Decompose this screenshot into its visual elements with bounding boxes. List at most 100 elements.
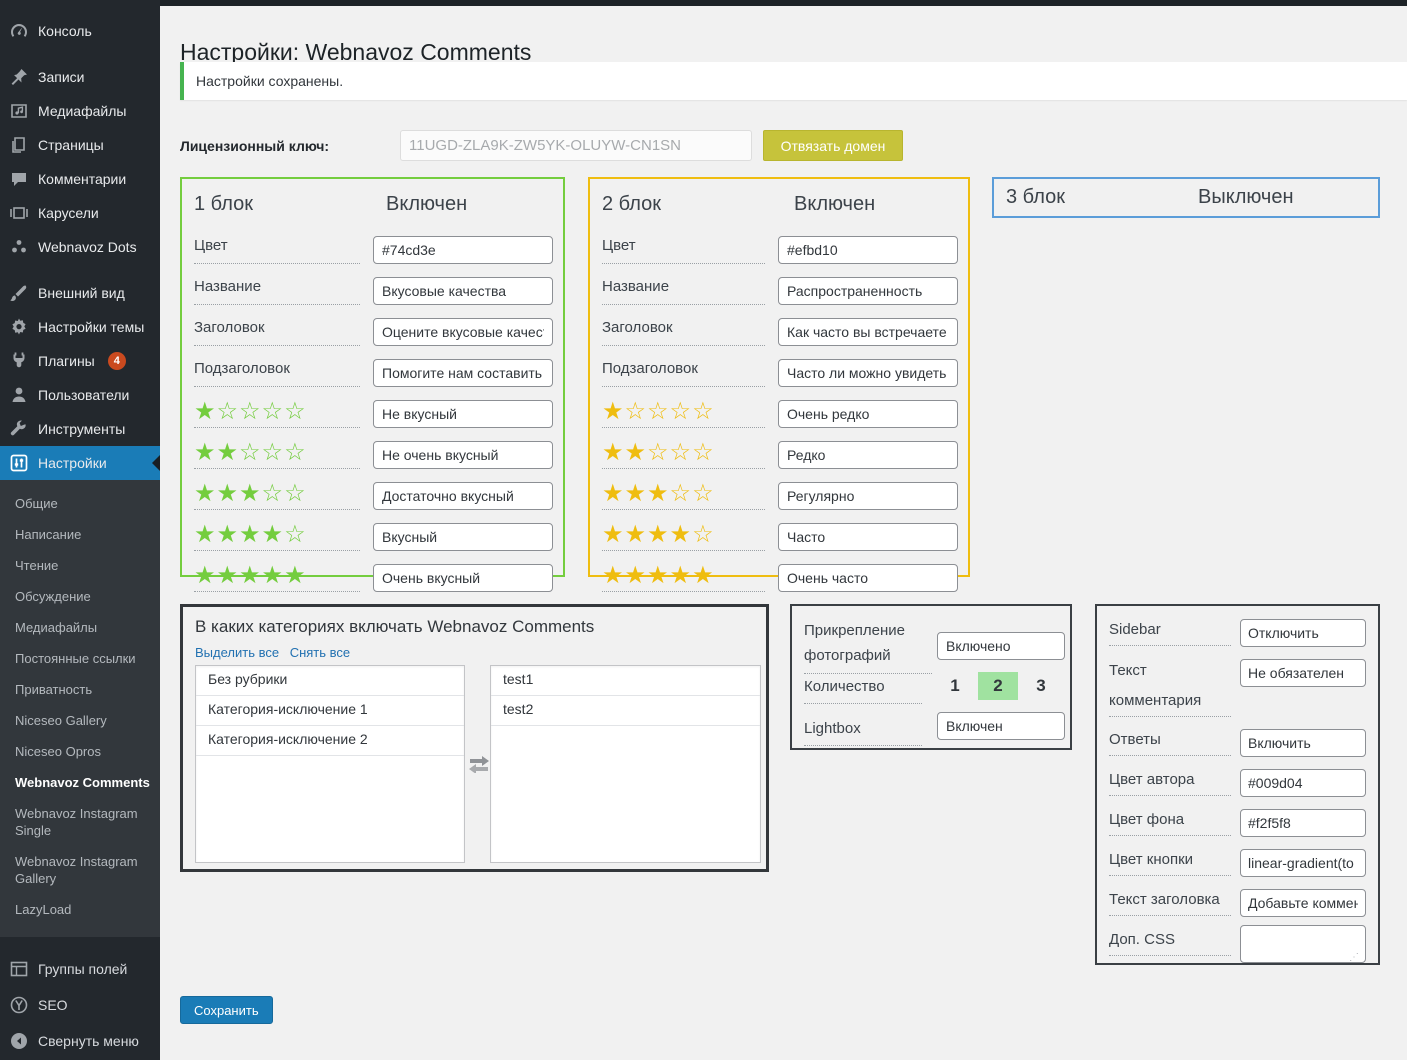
sidebar-item-label: Настройки: [38, 453, 107, 473]
category-item[interactable]: Категория-исключение 1: [196, 696, 464, 726]
lightbox-select[interactable]: Включен: [937, 712, 1065, 740]
subtitle-input[interactable]: [373, 359, 553, 387]
rating-block-2: 2 блок Включен Цвет Название Заголовок П…: [588, 177, 970, 577]
sidebar-item-comments[interactable]: Комментарии: [0, 162, 160, 196]
select-all-link[interactable]: Выделить все: [195, 645, 279, 660]
header-text-input[interactable]: [1240, 889, 1366, 917]
sidebar-item-media[interactable]: Медиафайлы: [0, 94, 160, 128]
rating-label-input[interactable]: [778, 400, 958, 428]
photo-count-label: Количество: [804, 676, 922, 704]
category-item[interactable]: Без рубрики: [196, 666, 464, 696]
rating-label-input[interactable]: [778, 564, 958, 592]
title-input[interactable]: [373, 318, 553, 346]
author-color-input[interactable]: [1240, 769, 1366, 797]
block-status-toggle[interactable]: Включен: [794, 193, 875, 216]
unbind-domain-button[interactable]: Отвязать домен: [763, 130, 903, 161]
rating-label-input[interactable]: [373, 564, 553, 592]
background-color-label: Цвет фона: [1109, 805, 1231, 836]
submenu-item-discussion[interactable]: Обсуждение: [0, 581, 160, 612]
sidebar-item-field-groups[interactable]: Группы полей: [0, 951, 160, 987]
pages-icon: [9, 135, 29, 155]
custom-css-label: Доп. CSS: [1109, 925, 1231, 956]
sidebar-item-appearance[interactable]: Внешний вид: [0, 276, 160, 310]
submenu-item-niceseo-gallery[interactable]: Niceseo Gallery: [0, 705, 160, 736]
category-item[interactable]: Категория-исключение 2: [196, 726, 464, 756]
photo-attach-select[interactable]: Включено: [937, 632, 1065, 660]
sidebar-item-seo[interactable]: SEO: [0, 987, 160, 1023]
block-status-toggle[interactable]: Выключен: [1198, 186, 1294, 209]
sidebar-item-collapse-menu[interactable]: Свернуть меню: [0, 1023, 160, 1059]
submenu-item-media[interactable]: Медиафайлы: [0, 612, 160, 643]
main-content: Настройки: Webnavoz Comments Настройки с…: [160, 0, 1407, 1060]
sidebar-item-plugins[interactable]: Плагины 4: [0, 344, 160, 378]
settings-saved-notice: Настройки сохранены.: [180, 62, 1407, 100]
photo-count-option-1[interactable]: 1: [942, 672, 968, 700]
submenu-item-webnavoz-comments[interactable]: Webnavoz Comments: [0, 767, 160, 798]
sidebar-item-webnavoz-dots[interactable]: Webnavoz Dots: [0, 230, 160, 264]
field-label: Подзаголовок: [602, 361, 765, 387]
submenu-item-webnavoz-instagram-single[interactable]: Webnavoz Instagram Single: [0, 798, 160, 846]
category-item[interactable]: test1: [491, 666, 760, 696]
block-status-toggle[interactable]: Включен: [386, 193, 467, 216]
custom-css-textarea[interactable]: [1240, 925, 1366, 963]
sidebar-item-tools[interactable]: Инструменты: [0, 412, 160, 446]
license-key-input[interactable]: [400, 130, 752, 161]
submenu-item-permalinks[interactable]: Постоянные ссылки: [0, 643, 160, 674]
comment-text-select[interactable]: [1240, 659, 1366, 687]
submenu-item-niceseo-opros[interactable]: Niceseo Opros: [0, 736, 160, 767]
sidebar-item-users[interactable]: Пользователи: [0, 378, 160, 412]
rating-label-input[interactable]: [778, 482, 958, 510]
sidebar-item-label: Свернуть меню: [38, 1033, 139, 1049]
submenu-item-reading[interactable]: Чтение: [0, 550, 160, 581]
table-icon: [9, 959, 29, 979]
rating-label-input[interactable]: [373, 482, 553, 510]
submenu-item-general[interactable]: Общие: [0, 488, 160, 519]
field-label: Цвет: [194, 238, 360, 264]
button-color-input[interactable]: [1240, 849, 1366, 877]
submenu-item-writing[interactable]: Написание: [0, 519, 160, 550]
rating-label-input[interactable]: [373, 441, 553, 469]
sidebar-setting-select[interactable]: [1240, 619, 1366, 647]
submenu-item-privacy[interactable]: Приватность: [0, 674, 160, 705]
rating-label-input[interactable]: [373, 523, 553, 551]
button-color-label: Цвет кнопки: [1109, 845, 1231, 876]
sidebar-item-pages[interactable]: Страницы: [0, 128, 160, 162]
color-input[interactable]: [373, 236, 553, 264]
paintbrush-icon: [9, 283, 29, 303]
rating-label-input[interactable]: [778, 523, 958, 551]
title-input[interactable]: [778, 318, 958, 346]
subtitle-input[interactable]: [778, 359, 958, 387]
color-input[interactable]: [778, 236, 958, 264]
sidebar-item-posts[interactable]: Записи: [0, 60, 160, 94]
save-button[interactable]: Сохранить: [180, 996, 273, 1024]
sidebar-item-dashboard[interactable]: Консоль: [0, 14, 160, 48]
background-color-input[interactable]: [1240, 809, 1366, 837]
rating-label-input[interactable]: [373, 400, 553, 428]
media-icon: [9, 101, 29, 121]
rating-block-1: 1 блок Включен Цвет Название Заголовок П…: [180, 177, 565, 577]
sidebar-item-settings[interactable]: Настройки: [0, 446, 160, 480]
submenu-item-webnavoz-instagram-gallery[interactable]: Webnavoz Instagram Gallery: [0, 846, 160, 894]
category-item[interactable]: test2: [491, 696, 760, 726]
sidebar-item-carousels[interactable]: Карусели: [0, 196, 160, 230]
settings-submenu: Общие Написание Чтение Обсуждение Медиаф…: [0, 480, 160, 937]
sidebar-item-theme-settings[interactable]: Настройки темы: [0, 310, 160, 344]
clear-all-link[interactable]: Снять все: [290, 645, 350, 660]
replies-select[interactable]: [1240, 729, 1366, 757]
sidebar-footer-menu: Группы полей SEO Свернуть меню: [0, 951, 160, 1059]
plugins-update-badge: 4: [108, 352, 126, 370]
photo-count-option-2[interactable]: 2: [978, 672, 1018, 700]
field-label: Подзаголовок: [194, 361, 360, 387]
admin-bar: [0, 0, 1407, 6]
submenu-item-lazyload[interactable]: LazyLoad: [0, 894, 160, 925]
rating-label-input[interactable]: [778, 441, 958, 469]
name-input[interactable]: [373, 277, 553, 305]
field-label: Заголовок: [194, 320, 360, 346]
name-input[interactable]: [778, 277, 958, 305]
author-color-label: Цвет автора: [1109, 765, 1231, 796]
plugin-icon: [9, 351, 29, 371]
block-title: 3 блок: [1006, 186, 1198, 209]
photo-count-option-3[interactable]: 3: [1028, 672, 1054, 700]
categories-title: В каких категориях включать Webnavoz Com…: [195, 617, 594, 637]
user-icon: [9, 385, 29, 405]
